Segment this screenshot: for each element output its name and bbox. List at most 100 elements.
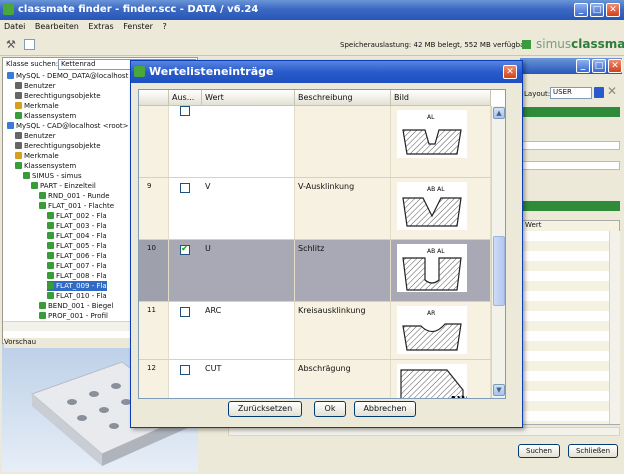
- menu-fenster[interactable]: Fenster: [123, 22, 153, 31]
- delete-icon[interactable]: ✕: [607, 84, 617, 98]
- table-row[interactable]: 9 V V-Ausklinkung AB AL: [139, 178, 491, 240]
- row-number: 12: [139, 360, 169, 398]
- suchen-button[interactable]: Suchen: [518, 444, 560, 458]
- table-row[interactable]: 12 CUTAbschrägung AW: [139, 360, 491, 398]
- tree-node-icon: [7, 122, 14, 129]
- tree-node[interactable]: Klassensystem: [15, 111, 76, 121]
- save-icon[interactable]: [594, 87, 604, 98]
- tree-node-label: Merkmale: [24, 152, 59, 160]
- tree-node[interactable]: SIMUS - simus: [23, 171, 82, 181]
- tree-node-label: FLAT_003 - Fla: [56, 222, 107, 230]
- maximize-button[interactable]: □: [590, 3, 604, 17]
- logo-icon: [522, 40, 531, 49]
- inner-minimize-button[interactable]: _: [576, 59, 590, 73]
- tree-node-label: FLAT_006 - Fla: [56, 252, 107, 260]
- col-header-beschreibung[interactable]: Beschreibung: [295, 90, 391, 106]
- tree-node[interactable]: FLAT_003 - Fla: [47, 221, 107, 231]
- tree-node-icon: [47, 282, 54, 289]
- select-checkbox[interactable]: [180, 244, 190, 255]
- tree-node-icon: [47, 272, 54, 279]
- tree-node[interactable]: FLAT_006 - Fla: [47, 251, 107, 261]
- tree-node[interactable]: FLAT_010 - Fla: [47, 291, 107, 301]
- ok-button[interactable]: Ok: [314, 401, 346, 417]
- app-icon: [3, 4, 14, 15]
- value-list-scrollbar[interactable]: [609, 231, 620, 424]
- dialog-close-button[interactable]: ✕: [503, 65, 517, 79]
- table-row[interactable]: AL: [139, 106, 491, 178]
- tree-node-icon: [31, 182, 38, 189]
- tree-node-icon: [39, 192, 46, 199]
- schliessen-button[interactable]: Schließen: [568, 444, 618, 458]
- expand-icon[interactable]: [24, 39, 35, 50]
- minimize-button[interactable]: _: [574, 3, 588, 17]
- tree-node[interactable]: Benutzer: [15, 81, 56, 91]
- tree-node[interactable]: FLAT_002 - Fla: [47, 211, 107, 221]
- select-checkbox[interactable]: [180, 307, 190, 317]
- bild-cell: AL: [391, 106, 491, 177]
- scroll-up-button[interactable]: ▲: [493, 107, 505, 119]
- wert-cell: V: [202, 178, 295, 239]
- tree-node[interactable]: Merkmale: [15, 101, 59, 111]
- search-label: Klasse suchen:: [6, 60, 59, 68]
- table-row[interactable]: 11 ARC Kreisausklinkung AR: [139, 302, 491, 360]
- beschreibung-cell: V-Ausklinkung: [295, 178, 391, 239]
- tree-node[interactable]: RND_001 - Runde: [39, 191, 110, 201]
- tree-node-label: FLAT_001 - Flachte: [48, 202, 115, 210]
- logo-suffix: classmate: [571, 37, 624, 51]
- tree-node[interactable]: FLAT_008 - Fla: [47, 271, 107, 281]
- reset-button[interactable]: Zurücksetzen: [228, 401, 302, 417]
- profile-drawing: AL: [397, 110, 467, 158]
- tree-node[interactable]: Berechtigungsobjekte: [15, 91, 101, 101]
- col-header-bild[interactable]: Bild: [391, 90, 491, 106]
- menu-datei[interactable]: Datei: [4, 22, 25, 31]
- tree-node[interactable]: MySQL - CAD@localhost <root>: [7, 121, 129, 131]
- tree-node[interactable]: Merkmale: [15, 151, 59, 161]
- memory-status: Speicherauslastung: 42 MB belegt, 552 MB…: [340, 41, 528, 49]
- logo-text: simusclassmate: [536, 37, 624, 51]
- select-checkbox[interactable]: [180, 106, 190, 116]
- window-title: classmate finder - finder.scc - DATA / v…: [18, 4, 259, 15]
- dimension-label: AB AL: [427, 186, 445, 193]
- tree-node[interactable]: Berechtigungsobjekte: [15, 141, 101, 151]
- bottom-hscrollbar[interactable]: [228, 427, 620, 436]
- tree-node[interactable]: MySQL - DEMO_DATA@localhost <: [7, 71, 136, 81]
- tree-node-icon: [15, 162, 22, 169]
- scroll-down-button[interactable]: ▼: [493, 384, 505, 396]
- tree-node[interactable]: PART - Einzelteil: [31, 181, 96, 191]
- menu-bearbeiten[interactable]: Bearbeiten: [35, 22, 79, 31]
- menu-help[interactable]: ?: [162, 22, 166, 31]
- table-vscrollbar[interactable]: ▲ ▼: [491, 106, 505, 398]
- tree-node-label: Merkmale: [24, 102, 59, 110]
- tools-icon[interactable]: ⚒: [6, 38, 16, 51]
- menu-extras[interactable]: Extras: [88, 22, 113, 31]
- header-green-bar-bottom: [522, 201, 620, 211]
- tree-node[interactable]: Benutzer: [15, 131, 56, 141]
- tree-node[interactable]: FLAT_007 - Fla: [47, 261, 107, 271]
- inner-close-button[interactable]: ✕: [608, 59, 622, 73]
- col-header-select[interactable]: Aus...: [169, 90, 202, 106]
- tree-node-icon: [47, 212, 54, 219]
- dialog-icon: [134, 66, 145, 77]
- tree-node[interactable]: Klassensystem: [15, 161, 76, 171]
- select-checkbox[interactable]: [180, 183, 190, 193]
- row-number: [139, 106, 169, 177]
- select-checkbox[interactable]: [180, 365, 190, 375]
- tree-node-label: PROF_001 - Profil: [48, 312, 108, 320]
- layout-select[interactable]: USER: [550, 87, 592, 99]
- tree-node[interactable]: PROF_001 - Profil: [39, 311, 108, 321]
- tree-node[interactable]: FLAT_004 - Fla: [47, 231, 107, 241]
- tree-node[interactable]: FLAT_005 - Fla: [47, 241, 107, 251]
- col-header-wert[interactable]: Wert: [202, 90, 295, 106]
- tree-node[interactable]: FLAT_001 - Flachte: [39, 201, 114, 211]
- profile-drawing: AR: [397, 306, 467, 354]
- table-row[interactable]: 10 USchlitz AB AL: [139, 240, 491, 302]
- tree-node[interactable]: BEND_001 - Biegel: [39, 301, 113, 311]
- scroll-thumb[interactable]: [493, 236, 505, 306]
- cancel-button[interactable]: Abbrechen: [354, 401, 416, 417]
- close-button[interactable]: ✕: [606, 3, 620, 17]
- inner-restore-button[interactable]: □: [592, 59, 606, 73]
- tree-node[interactable]: FLAT_009 - Fla: [47, 281, 107, 291]
- tree-node-icon: [47, 292, 54, 299]
- beschreibung-cell: Schlitz: [295, 240, 391, 301]
- tree-node-label: Benutzer: [24, 82, 56, 90]
